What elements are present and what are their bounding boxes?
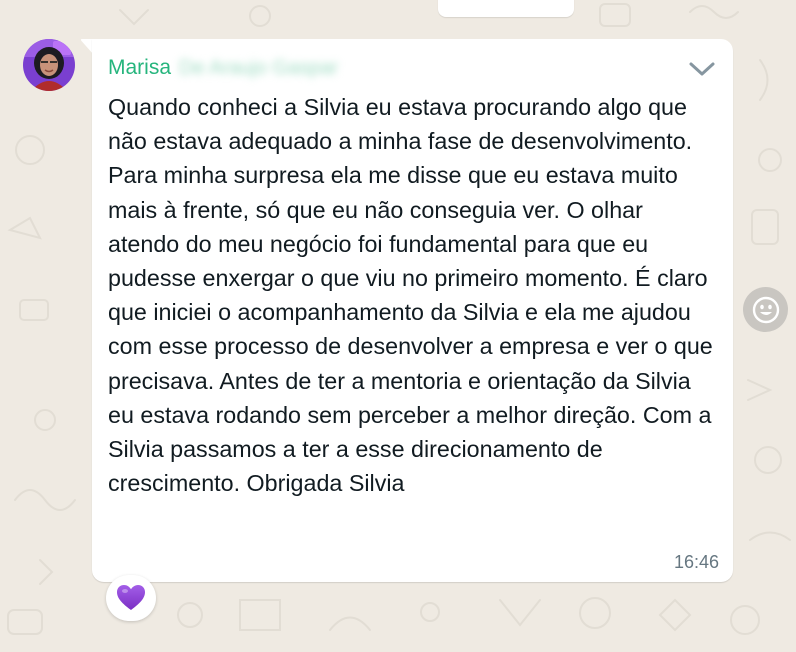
emoji-reaction-button[interactable] — [743, 287, 788, 332]
avatar-photo-icon — [23, 39, 75, 91]
smiley-icon — [752, 296, 779, 323]
message-bubble[interactable]: Marisa De Araujo Gaspar Quando conheci a … — [92, 39, 733, 582]
previous-message-bubble — [438, 0, 574, 17]
chevron-down-icon[interactable] — [688, 59, 716, 79]
sender-avatar[interactable] — [23, 39, 75, 91]
message-text: Quando conheci a Silvia eu estava procur… — [108, 94, 713, 497]
sender-name[interactable]: Marisa — [108, 56, 171, 79]
sender-header: Marisa De Araujo Gaspar — [108, 56, 338, 80]
sender-surname-blurred: De Araujo Gaspar — [179, 57, 338, 79]
purple-heart-icon — [117, 585, 145, 610]
reaction-badge[interactable] — [106, 575, 156, 621]
message-timestamp: 16:46 — [673, 552, 719, 572]
